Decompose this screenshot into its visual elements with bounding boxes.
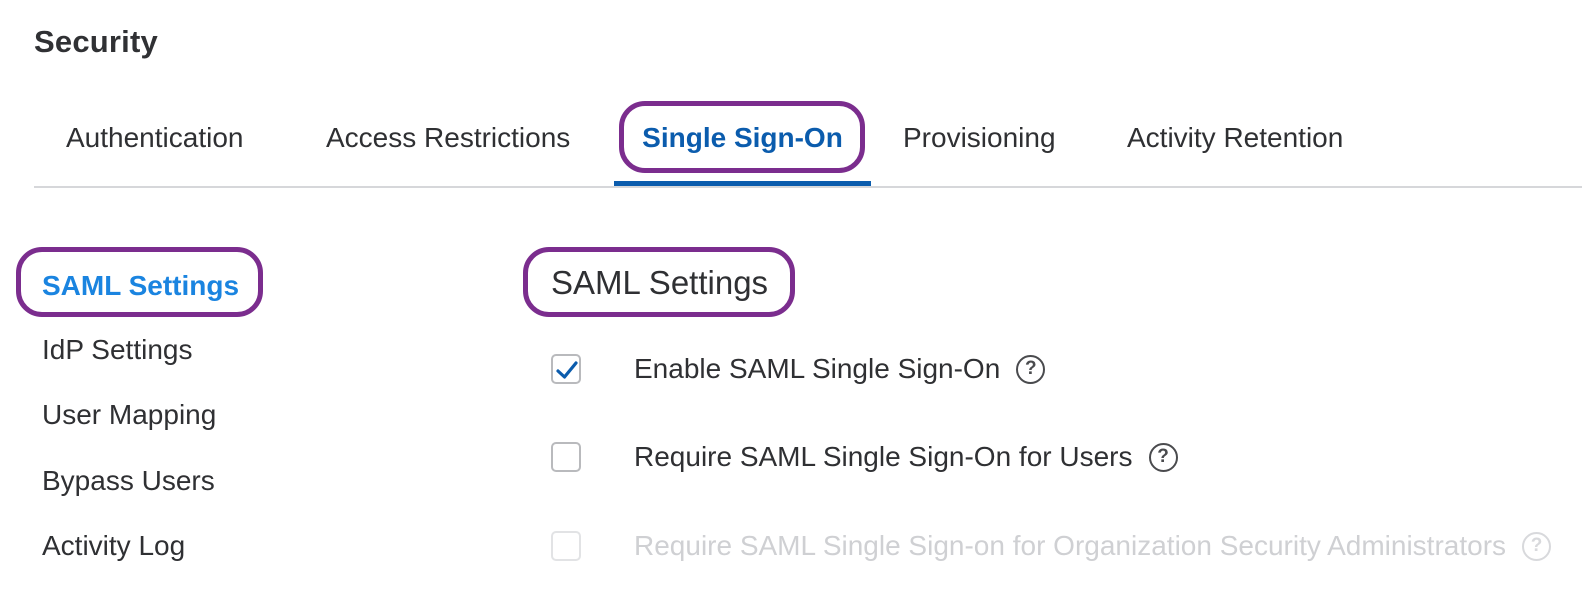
question-circle-icon[interactable]: ? <box>1148 442 1178 472</box>
option-label: Enable SAML Single Sign-On <box>634 353 1001 384</box>
page-title: Security <box>34 24 158 59</box>
tab-activity-retention[interactable]: Activity Retention <box>1127 98 1343 186</box>
require-saml-sso-users-checkbox[interactable] <box>551 442 581 472</box>
option-enable-saml-sso: Enable SAML Single Sign-On ? <box>551 352 1046 386</box>
option-label: Require SAML Single Sign-on for Organiza… <box>634 530 1507 561</box>
security-settings-page: Security Authentication Access Restricti… <box>0 0 1582 610</box>
tab-provisioning[interactable]: Provisioning <box>903 98 1056 186</box>
option-require-saml-sso-users: Require SAML Single Sign-On for Users ? <box>551 440 1178 474</box>
sidebar-item-saml-settings[interactable]: SAML Settings <box>42 270 239 302</box>
checkmark-icon <box>556 361 578 379</box>
section-title: SAML Settings <box>551 264 769 301</box>
tab-access-restrictions[interactable]: Access Restrictions <box>326 98 570 186</box>
sidebar-item-user-mapping[interactable]: User Mapping <box>42 399 216 431</box>
sidebar-item-bypass-users[interactable]: Bypass Users <box>42 465 215 497</box>
enable-saml-sso-checkbox[interactable] <box>551 354 581 384</box>
sidebar-item-activity-log[interactable]: Activity Log <box>42 530 185 562</box>
question-circle-icon[interactable]: ? <box>1016 354 1046 384</box>
security-tabs: Authentication Access Restrictions Singl… <box>34 98 1582 188</box>
option-require-saml-sso-admins: Require SAML Single Sign-on for Organiza… <box>551 529 1552 563</box>
sidebar-item-idp-settings[interactable]: IdP Settings <box>42 334 192 366</box>
require-saml-sso-admins-checkbox <box>551 531 581 561</box>
tab-single-sign-on[interactable]: Single Sign-On <box>614 98 871 186</box>
tab-authentication[interactable]: Authentication <box>66 98 243 186</box>
option-label: Require SAML Single Sign-On for Users <box>634 441 1133 472</box>
question-circle-icon: ? <box>1522 531 1552 561</box>
